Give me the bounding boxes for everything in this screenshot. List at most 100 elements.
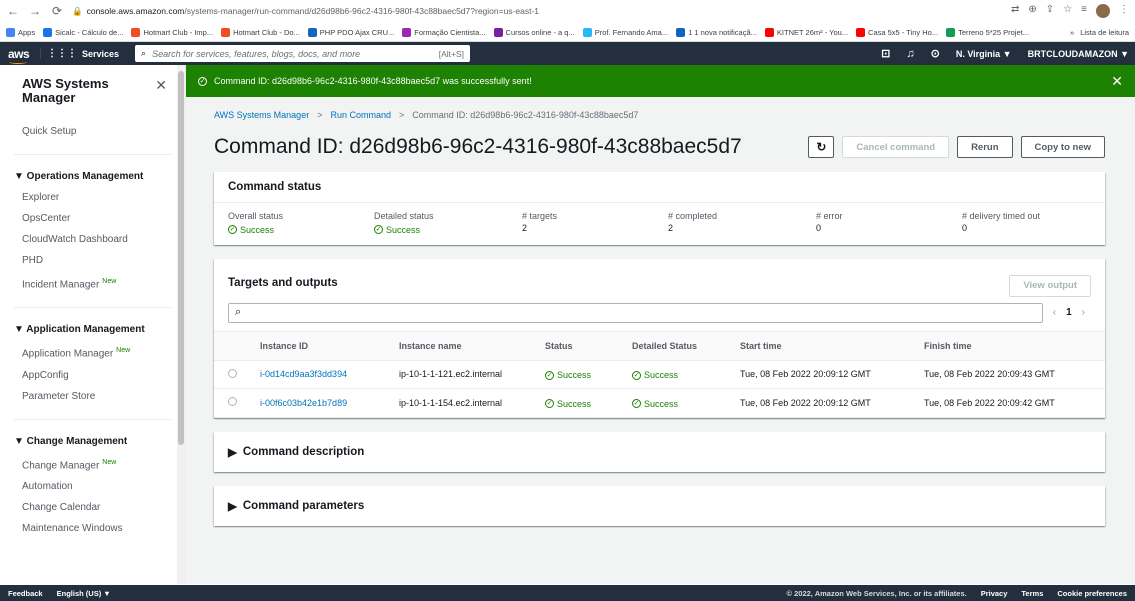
instance-name: ip-10-1-1-121.ec2.internal (399, 369, 503, 380)
bookmark-item[interactable]: Apps (6, 27, 35, 37)
command-description-panel[interactable]: ▶ Command description (214, 431, 1105, 472)
back-icon[interactable]: ← (6, 4, 20, 18)
feedback-link[interactable]: Feedback (8, 589, 43, 598)
prev-page-icon[interactable]: ‹ (1053, 307, 1056, 318)
bookmark-item[interactable]: Hotmart Club - Do... (221, 27, 300, 37)
account-menu[interactable]: BRTCLOUDAMAZON ▼ (1028, 49, 1129, 59)
sidebar-section-title[interactable]: ▼ Operations Management (0, 167, 185, 187)
view-output-button[interactable]: View output (1009, 274, 1091, 297)
sidebar-item[interactable]: Incident Manager New (0, 271, 185, 295)
lock-icon: 🔒 (72, 5, 83, 16)
translate-icon[interactable]: ⇄ (1011, 4, 1019, 18)
sidebar-scrollbar-thumb[interactable] (178, 71, 184, 445)
sidebar-title[interactable]: AWS Systems Manager (22, 77, 122, 105)
reading-list-icon[interactable]: ≡ (1081, 4, 1087, 18)
sidebar-section-title[interactable]: ▼ Application Management (0, 320, 185, 340)
reload-icon[interactable]: ⟳ (50, 4, 64, 18)
bookmark-item[interactable]: Prof. Fernando Ama... (582, 27, 668, 37)
menu-icon[interactable]: ⋮ (1119, 4, 1129, 18)
command-parameters-panel[interactable]: ▶ Command parameters (214, 485, 1105, 526)
status-value-text: 0 (816, 223, 822, 233)
column-header[interactable]: Finish time (924, 330, 1105, 361)
bookmark-item[interactable]: 1 1 nova notificaçã... (676, 27, 757, 37)
sidebar-item[interactable]: PHD (0, 250, 185, 271)
address-bar[interactable]: 🔒 console.aws.amazon.com/systems-manager… (72, 6, 1003, 17)
breadcrumb-run-command[interactable]: Run Command (330, 110, 391, 120)
column-header[interactable]: Status (545, 330, 632, 361)
privacy-link[interactable]: Privacy (981, 589, 1008, 598)
copyright: © 2022, Amazon Web Services, Inc. or its… (786, 588, 967, 598)
refresh-button[interactable]: ↻ (808, 136, 835, 158)
targets-heading: Targets and outputs (228, 276, 338, 289)
breadcrumb-root[interactable]: AWS Systems Manager (214, 110, 309, 120)
zoom-icon[interactable]: ⊕ (1028, 4, 1036, 18)
column-header[interactable]: Detailed Status (632, 330, 740, 361)
bookmark-item[interactable]: PHP PDO Ajax CRU... (307, 27, 394, 37)
bookmark-star-icon[interactable]: ☆ (1063, 4, 1072, 18)
column-header[interactable]: Instance ID (260, 330, 399, 361)
services-menu[interactable]: ⋮⋮⋮ Services (40, 48, 125, 59)
row-select-radio[interactable] (228, 368, 237, 378)
sidebar-section-title[interactable]: ▼ Change Management (0, 432, 185, 452)
region-selector[interactable]: N. Virginia ▼ (956, 49, 1012, 59)
column-header[interactable]: Start time (740, 330, 924, 361)
bookmark-label: 1 1 nova notificaçã... (688, 27, 757, 37)
sidebar-item[interactable]: Change Manager New (0, 452, 185, 476)
refresh-icon: ↻ (816, 140, 827, 154)
notifications-bell-icon[interactable]: ♫ (906, 48, 914, 60)
success-check-icon: ✓ (545, 399, 554, 408)
cloudshell-icon[interactable]: ⊡ (881, 47, 890, 60)
status-field: # delivery timed out 0 (962, 211, 1091, 235)
search-input[interactable]: ⌕ Search for services, features, blogs, … (135, 45, 471, 62)
status-field-value: ✓ Success (374, 223, 522, 235)
close-sidebar-icon[interactable]: ✕ (155, 77, 167, 105)
sidebar-item[interactable]: Automation (0, 476, 185, 497)
help-icon[interactable]: ⊙ (931, 47, 940, 60)
forward-icon[interactable]: → (28, 4, 42, 18)
reading-list-link[interactable]: Lista de leitura (1080, 28, 1129, 37)
sidebar-item[interactable]: Application Manager New (0, 340, 185, 364)
cookie-preferences-link[interactable]: Cookie preferences (1057, 589, 1127, 598)
bookmark-item[interactable]: KITNET 26m² - You... (764, 27, 848, 37)
status-text: Success (557, 370, 592, 380)
sidebar-item[interactable]: AppConfig (0, 365, 185, 386)
aws-logo[interactable]: aws (8, 47, 30, 64)
table-row[interactable]: i-00f6c03b42e1b7d89 ip-10-1-1-154.ec2.int… (214, 388, 1105, 418)
sidebar-scrollbar[interactable] (177, 65, 185, 584)
language-selector[interactable]: English (US) ▼ (57, 589, 111, 598)
terms-link[interactable]: Terms (1021, 589, 1043, 598)
rerun-button[interactable]: Rerun (957, 136, 1013, 158)
bookmark-item[interactable]: Cursos online - a q... (493, 27, 575, 37)
sidebar-item[interactable]: Change Calendar (0, 497, 185, 518)
sidebar-item[interactable]: Parameter Store (0, 386, 185, 407)
profile-avatar[interactable] (1096, 4, 1110, 18)
flash-message: Command ID: d26d98b6-96c2-4316-980f-43c8… (214, 76, 532, 86)
row-select-radio[interactable] (228, 397, 237, 407)
dismiss-flash-icon[interactable]: ✕ (1111, 73, 1123, 90)
column-header[interactable]: Instance name (399, 330, 545, 361)
sidebar-item[interactable]: CloudWatch Dashboard (0, 229, 185, 250)
targets-search-input[interactable]: ⌕ (228, 302, 1043, 323)
command-description-heading: Command description (242, 445, 365, 458)
instance-id-link[interactable]: i-00f6c03b42e1b7d89 (260, 398, 347, 408)
next-page-icon[interactable]: › (1082, 307, 1085, 318)
bookmark-item[interactable]: Hotmart Club - Imp... (131, 27, 213, 37)
bookmarks-overflow[interactable]: » (1070, 28, 1074, 37)
sidebar-item[interactable]: Explorer (0, 187, 185, 208)
bookmark-item[interactable]: Casa 5x5 - Tiny Ho... (856, 27, 938, 37)
sidebar-item[interactable]: OpsCenter (0, 208, 185, 229)
bookmark-item[interactable]: Formação Cientista... (402, 27, 486, 37)
url-host: console.aws.amazon.com (86, 6, 185, 16)
cancel-command-button[interactable]: Cancel command (842, 136, 950, 158)
bookmark-item[interactable]: Sicalc - Cálculo de... (43, 27, 123, 37)
instance-id-link[interactable]: i-0d14cd9aa3f3dd394 (260, 369, 347, 379)
share-icon[interactable]: ⇪ (1046, 4, 1054, 18)
current-page[interactable]: 1 (1066, 307, 1072, 318)
chevron-right-icon: > (317, 110, 323, 120)
bookmark-item[interactable]: Terreno 5*25 Projet... (946, 27, 1029, 37)
sidebar-item-quick-setup[interactable]: Quick Setup (0, 121, 185, 142)
breadcrumb: AWS Systems Manager > Run Command > Comm… (214, 110, 1105, 120)
sidebar-item[interactable]: Maintenance Windows (0, 518, 185, 539)
copy-to-new-button[interactable]: Copy to new (1020, 136, 1105, 158)
table-row[interactable]: i-0d14cd9aa3f3dd394 ip-10-1-1-121.ec2.int… (214, 360, 1105, 389)
